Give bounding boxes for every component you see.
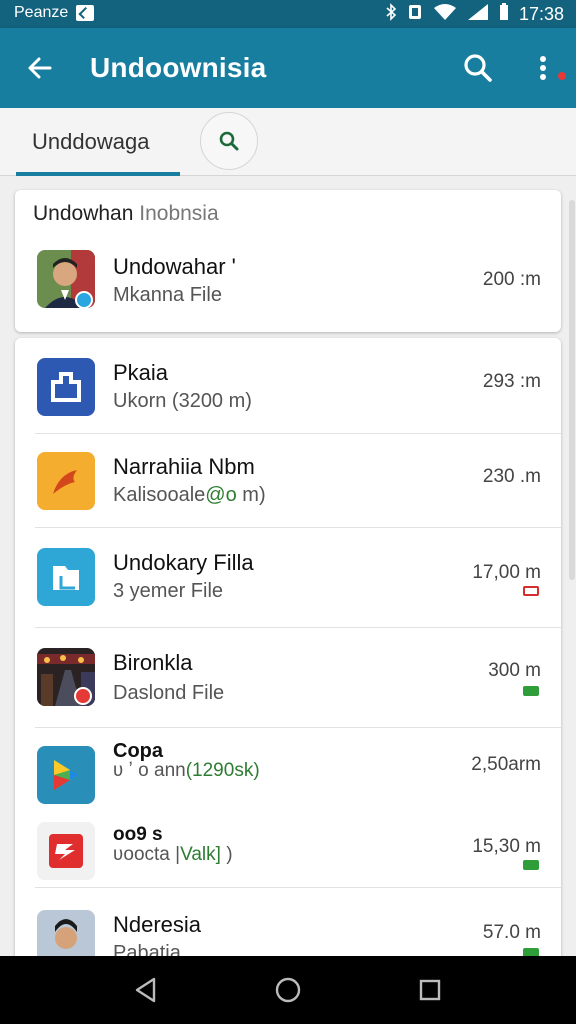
app-title: Undoownisia [90,52,267,83]
row-size: 17,00 m [472,562,541,583]
status-bar: Peanze 17:38 [0,0,576,28]
circle-home-icon [275,977,301,1003]
card-header-dim: Inobnsia [139,202,219,225]
system-nav-bar [0,956,576,1024]
row-size: 57.0 m [482,922,541,943]
triangle-back-icon [135,977,156,1003]
list-item[interactable]: Undowahar ' Mkanna File 200 :m [15,240,561,330]
row-title: Narrahiia Nbm [113,454,255,479]
battery-icon [499,3,509,26]
red-app-icon [37,822,95,880]
list-item[interactable]: Copa ʋ ʼ o ann(1290sk) 2,50arm [15,728,561,804]
row-subtitle: Ukorn (3200 m) [113,390,252,412]
tab-bar: Unddowaga [0,108,576,176]
row-size: 230 .m [482,466,541,487]
play-store-icon [37,746,95,804]
vibrate-icon [407,3,423,26]
blue-app-icon [37,358,95,416]
signal-icon [467,3,489,26]
row-size: 15,30 m [472,836,541,857]
card-header-bold: Undowhan [33,202,134,225]
folder-app-icon [37,548,95,606]
search-icon [464,54,492,82]
status-badge [523,586,539,596]
status-badge [523,860,539,870]
search-button[interactable] [458,48,498,88]
app-list-card: Pkaia Ukorn (3200 m) 293 :m Narrahiia Nb… [15,338,561,978]
nav-recents-button[interactable] [414,974,446,1006]
row-size: 300 m [488,660,541,681]
nav-back-button[interactable] [130,974,162,1006]
list-item[interactable]: Narrahiia Nbm Kalisooale@o m) 230 .m [15,434,561,528]
row-title: oo9 s [113,824,163,845]
row-subtitle: Daslond File [113,682,225,704]
app-bar: Undoownisia [0,28,576,108]
search-icon [219,131,239,151]
list-item[interactable]: Bironkla Daslond File 300 m [15,628,561,728]
wifi-icon [433,3,457,26]
row-title: Undowahar ' [113,254,236,279]
row-subtitle: ʋ ʼ o ann(1290sk) [113,760,260,781]
status-left-text: Peanze [14,4,69,21]
tab-indicator [16,172,180,176]
list-item[interactable]: oo9 s ʋoocta |Valk] ) 15,30 m [15,804,561,888]
row-title: Pkaia [113,360,169,385]
square-recents-icon [419,979,441,1001]
row-subtitle: Mkanna File [113,284,222,306]
tab-search-button[interactable] [200,112,258,170]
row-size: 2,50arm [471,754,541,775]
nav-home-button[interactable] [272,974,304,1006]
row-subtitle: 3 yemer File [113,580,224,602]
row-subtitle: ʋoocta |Valk] ) [113,844,233,865]
row-title: Nderesia [113,912,202,937]
featured-card: Undowhan Inobnsia Undowahar ' Mkanna Fil… [15,190,561,332]
row-size: 293 :m [482,371,541,392]
bluetooth-icon [385,3,397,26]
row-title: Bironkla [113,650,193,675]
overflow-menu-button[interactable] [528,48,558,88]
back-button[interactable] [20,48,60,88]
list-item[interactable]: Undokary Filla 3 yemer File 17,00 m [15,528,561,628]
status-badge [523,686,539,696]
card-header: Undowhan Inobnsia [33,202,219,226]
arrow-back-icon [28,57,52,79]
download-notification-icon [76,5,95,21]
scrollbar[interactable] [569,200,575,580]
row-title: Undokary Filla [113,550,254,575]
row-subtitle: Kalisooale@o m) [113,484,266,506]
list-item[interactable]: Pkaia Ukorn (3200 m) 293 :m [15,338,561,434]
status-time: 17:38 [518,4,564,24]
person-photo-icon [37,250,95,308]
more-vert-icon [540,56,546,80]
city-photo-icon [37,648,95,706]
tab-unddowaga[interactable]: Unddowaga [16,108,180,176]
row-size: 200 :m [482,269,541,290]
notification-dot [558,72,566,80]
orange-app-icon [37,452,95,510]
